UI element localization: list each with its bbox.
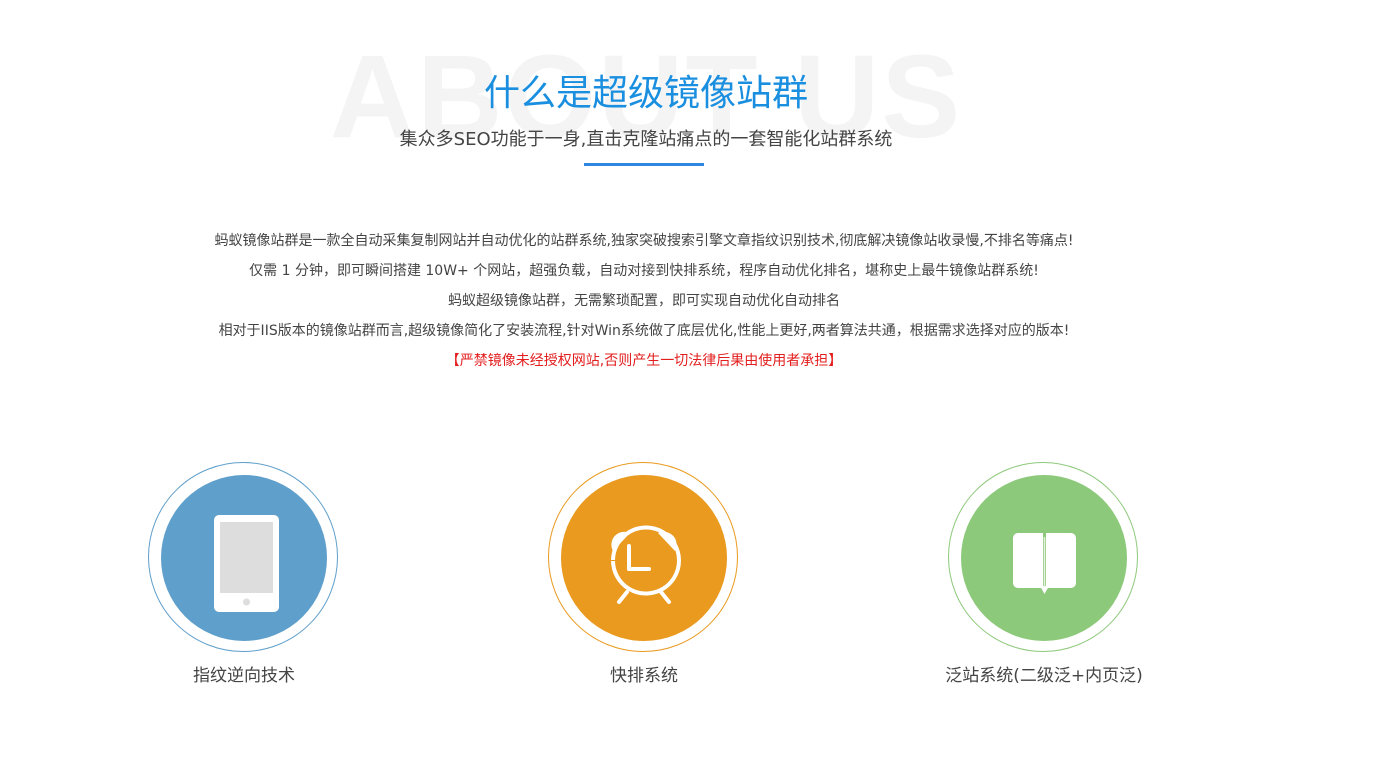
feature-disc [961,475,1127,641]
about-section: ABOUT US 什么是超级镜像站群 集众多SEO功能于一身,直击克隆站痛点的一… [0,0,1392,762]
feature-disc [161,475,327,641]
feature-label: 泛站系统(二级泛+内页泛) [945,666,1143,686]
feature-label: 快排系统 [610,666,678,686]
feature-ring [148,462,338,652]
tablet-icon [214,515,279,612]
description-line: 蚂蚁超级镜像站群，无需繁琐配置，即可实现自动优化自动排名 [448,293,840,309]
legal-warning: 【严禁镜像未经授权网站,否则产生一切法律后果由使用者承担】 [445,353,843,369]
feature-pan-site: 泛站系统(二级泛+内页泛) [945,462,1143,686]
section-subtitle: 集众多SEO功能于一身,直击克隆站痛点的一套智能化站群系统 [399,129,893,150]
description-block: 蚂蚁镜像站群是一款全自动采集复制网站并自动优化的站群系统,独家突破搜索引擎文章指… [0,226,1288,376]
feature-fingerprint: 指纹逆向技术 [148,462,340,686]
feature-disc [561,475,727,641]
feature-fast-rank: 快排系统 [548,462,740,686]
alarm-clock-icon [611,525,681,604]
description-line: 蚂蚁镜像站群是一款全自动采集复制网站并自动优化的站群系统,独家突破搜索引擎文章指… [214,233,1074,249]
feature-ring [548,462,738,652]
section-title: 什么是超级镜像站群 [483,73,808,114]
title-underline [584,163,704,166]
open-book-icon [1013,533,1076,594]
description-line: 相对于IIS版本的镜像站群而言,超级镜像简化了安装流程,针对Win系统做了底层优… [218,323,1070,339]
feature-ring [948,462,1138,652]
description-line: 仅需 1 分钟，即可瞬间搭建 10W+ 个网站，超强负载，自动对接到快排系统，程… [249,263,1039,279]
feature-label: 指纹逆向技术 [193,666,295,686]
